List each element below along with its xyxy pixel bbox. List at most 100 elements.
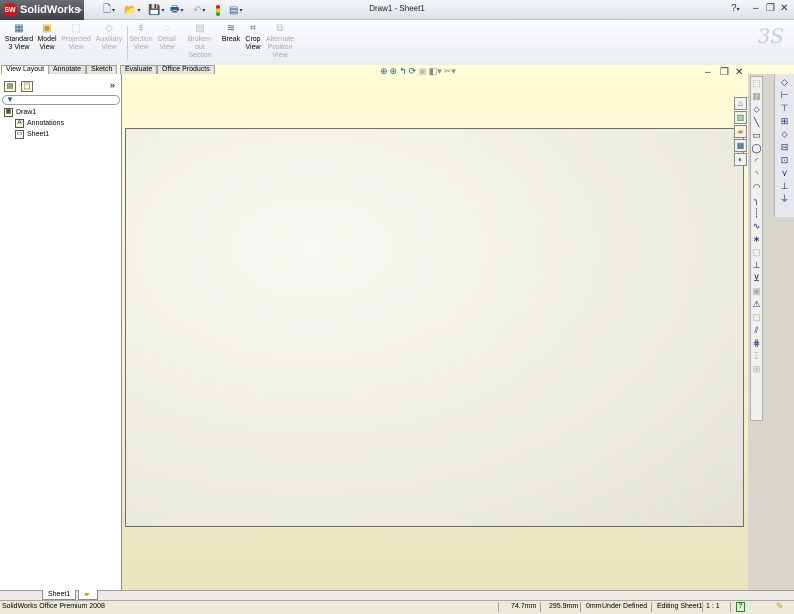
tab-view-layout[interactable]: View Layout — [1, 65, 50, 74]
view-palette-button[interactable]: ▦ — [734, 139, 747, 152]
close-button[interactable]: ✕ — [780, 3, 788, 14]
tree-root-drawing[interactable]: ▦ Draw1 — [4, 107, 36, 118]
vertical-dimension-icon[interactable]: ⊤ — [779, 102, 790, 115]
section-view-icon: ⇟ — [136, 23, 146, 34]
zoom-to-fit-icon[interactable]: ⊕ — [380, 66, 388, 80]
select-icon[interactable]: ⬚ — [751, 77, 762, 90]
tab-office-products[interactable]: Office Products — [157, 65, 215, 74]
solidworks-menu-button[interactable]: SW SolidWorks ▸ — [0, 0, 84, 20]
ordinate-dimension-icon[interactable]: ⊞ — [779, 115, 790, 128]
horizontal-dimension-icon[interactable]: ⊢ — [779, 89, 790, 102]
center-mark-icon[interactable]: ⊥ — [779, 180, 790, 193]
add-sheet-button[interactable]: ▰ — [78, 590, 98, 600]
restore-button[interactable]: ❐ — [766, 3, 775, 14]
options-button[interactable]: ▤ ▾ — [229, 2, 242, 18]
convert-entities-icon[interactable]: ▢ — [751, 246, 762, 259]
spline-icon[interactable]: ∿ — [751, 220, 762, 233]
propertymanager-tab[interactable]: 📋 — [21, 81, 33, 92]
display-style-icon[interactable]: ◧▾ — [429, 66, 442, 80]
status-separator — [702, 602, 703, 612]
undo-button[interactable]: ↶ ▾ — [193, 2, 205, 18]
offset-icon[interactable]: ⊻ — [751, 272, 762, 285]
auxiliary-view-button[interactable]: ◇ Auxiliary View — [93, 23, 125, 52]
expand-panel-button[interactable]: » — [110, 80, 115, 90]
sketch-fillet-icon[interactable]: ╮ — [751, 194, 762, 207]
status-edit-mode: Editing Sheet1 — [657, 603, 703, 610]
gfx-restore-button[interactable]: ❐ — [720, 67, 729, 78]
featuremanager-tab[interactable]: ▤ — [4, 81, 16, 92]
auxiliary-view-icon: ◇ — [105, 23, 113, 34]
mirror-icon[interactable]: ▣ — [751, 285, 762, 298]
print-button[interactable]: 🖶 ▾ — [170, 2, 183, 18]
display-relations-icon[interactable]: ▢ — [751, 311, 762, 324]
surface-finish-icon[interactable]: ⊟ — [779, 141, 790, 154]
add-relation-icon[interactable]: ⫽ — [751, 324, 762, 337]
three-point-arc-icon[interactable]: ◠ — [751, 181, 762, 194]
file-explorer-button[interactable]: ▰ — [734, 125, 747, 138]
tab-annotate[interactable]: Annotate — [48, 65, 87, 74]
note-icon[interactable]: ⬦ — [779, 128, 790, 141]
tree-item-sheet1[interactable]: ▭ Sheet1 — [15, 129, 49, 140]
gfx-minimize-button[interactable]: – — [705, 67, 711, 78]
print-icon: 🖶 — [170, 3, 180, 15]
smart-dimension-icon[interactable]: ⬦ — [751, 103, 762, 116]
status-separator — [540, 602, 541, 612]
detail-view-button[interactable]: ◌ Detail View — [151, 23, 183, 52]
hide-show-items-icon[interactable]: ✂▾ — [444, 66, 456, 80]
status-scale[interactable]: 1 : 1 — [706, 600, 720, 613]
model-view-icon: ▣ — [42, 23, 52, 34]
tab-evaluate[interactable]: Evaluate — [120, 65, 158, 74]
pan-icon[interactable]: ▣ — [418, 66, 427, 80]
warning-icon[interactable]: ⚠ — [751, 298, 762, 311]
tab-sketch[interactable]: Sketch — [86, 65, 118, 74]
datum-icon[interactable]: ⊡ — [779, 154, 790, 167]
appearances-button[interactable]: ◐ — [734, 153, 747, 166]
tree-item-annotations[interactable]: A Annotations — [15, 118, 64, 129]
previous-view-icon[interactable]: ↰ — [399, 66, 407, 80]
line-icon[interactable]: ╲ — [751, 116, 762, 129]
dropdown-arrow-icon: ▾ — [137, 7, 141, 14]
block-icon[interactable]: ⌶ — [751, 350, 762, 363]
point-icon[interactable]: ∗ — [751, 233, 762, 246]
status-y-coordinate: 295.9mm — [549, 603, 579, 610]
design-library-button[interactable]: ▥ — [734, 111, 747, 124]
drawing-icon: ▦ — [4, 108, 13, 117]
save-button[interactable]: 💾 ▾ — [148, 2, 164, 18]
centerline-icon[interactable]: ┊ — [751, 207, 762, 220]
rectangle-icon[interactable]: ▭ — [751, 129, 762, 142]
open-document-button[interactable]: 📂 ▾ — [124, 2, 140, 18]
tangent-arc-icon[interactable]: ◝ — [751, 168, 762, 181]
zoom-to-area-icon[interactable]: ⊕ — [390, 66, 398, 80]
gfx-close-button[interactable]: ✕ — [735, 67, 743, 78]
button-label: Detail — [158, 36, 176, 43]
status-product-name: SolidWorks Office Premium 2008 — [2, 603, 105, 610]
drawing-sheet[interactable] — [125, 128, 744, 527]
property-manager-icon: 📋 — [22, 83, 32, 90]
new-document-button[interactable]: 🗋 ▾ — [103, 2, 115, 18]
sketch-toolbar: ⬚ ▦ ⬦ ╲ ▭ ◯ ◜ ◝ ◠ ╮ ┊ ∿ ∗ ▢ ⊥ ⊻ ▣ ⚠ ▢ ⫽ … — [750, 76, 763, 421]
trim-icon[interactable]: ⊥ — [751, 259, 762, 272]
solidworks-resources-button[interactable]: ⌂ — [734, 97, 747, 110]
sheet-tab-sheet1[interactable]: Sheet1 — [42, 590, 77, 600]
alternate-position-view-button[interactable]: ⧉ Alternate Position View — [262, 23, 298, 60]
insert-block-icon[interactable]: ⊞ — [751, 363, 762, 376]
weld-symbol-icon[interactable]: ⋎ — [779, 167, 790, 180]
broken-out-section-button[interactable]: ▨ Broken-out Section — [183, 23, 217, 60]
save-icon: 💾 — [148, 4, 161, 16]
smart-dimension-2-icon[interactable]: ◇ — [779, 76, 790, 89]
fix-icon[interactable]: ⋕ — [751, 337, 762, 350]
quick-tips-button[interactable]: ? — [736, 602, 745, 612]
rebuild-button[interactable] — [216, 2, 220, 18]
centerline-2-icon[interactable]: ⏚ — [779, 193, 790, 206]
minimize-button[interactable]: – — [753, 3, 759, 14]
feature-filter-input[interactable]: ▼ — [2, 95, 120, 105]
grid-icon[interactable]: ▦ — [751, 90, 762, 103]
annotation-toolbar: ◇ ⊢ ⊤ ⊞ ⬦ ⊟ ⊡ ⋎ ⊥ ⏚ — [774, 74, 794, 217]
projected-view-button[interactable]: ⬚ Projected View — [60, 23, 92, 52]
help-button[interactable]: ?▾ — [731, 3, 740, 14]
circle-icon[interactable]: ◯ — [751, 142, 762, 155]
model-view-button[interactable]: ▣ Model View — [31, 23, 63, 52]
rebuild-status-icon[interactable]: ✎ — [776, 600, 784, 613]
centerpoint-arc-icon[interactable]: ◜ — [751, 155, 762, 168]
rotate-view-icon[interactable]: ⟳ — [409, 66, 417, 80]
